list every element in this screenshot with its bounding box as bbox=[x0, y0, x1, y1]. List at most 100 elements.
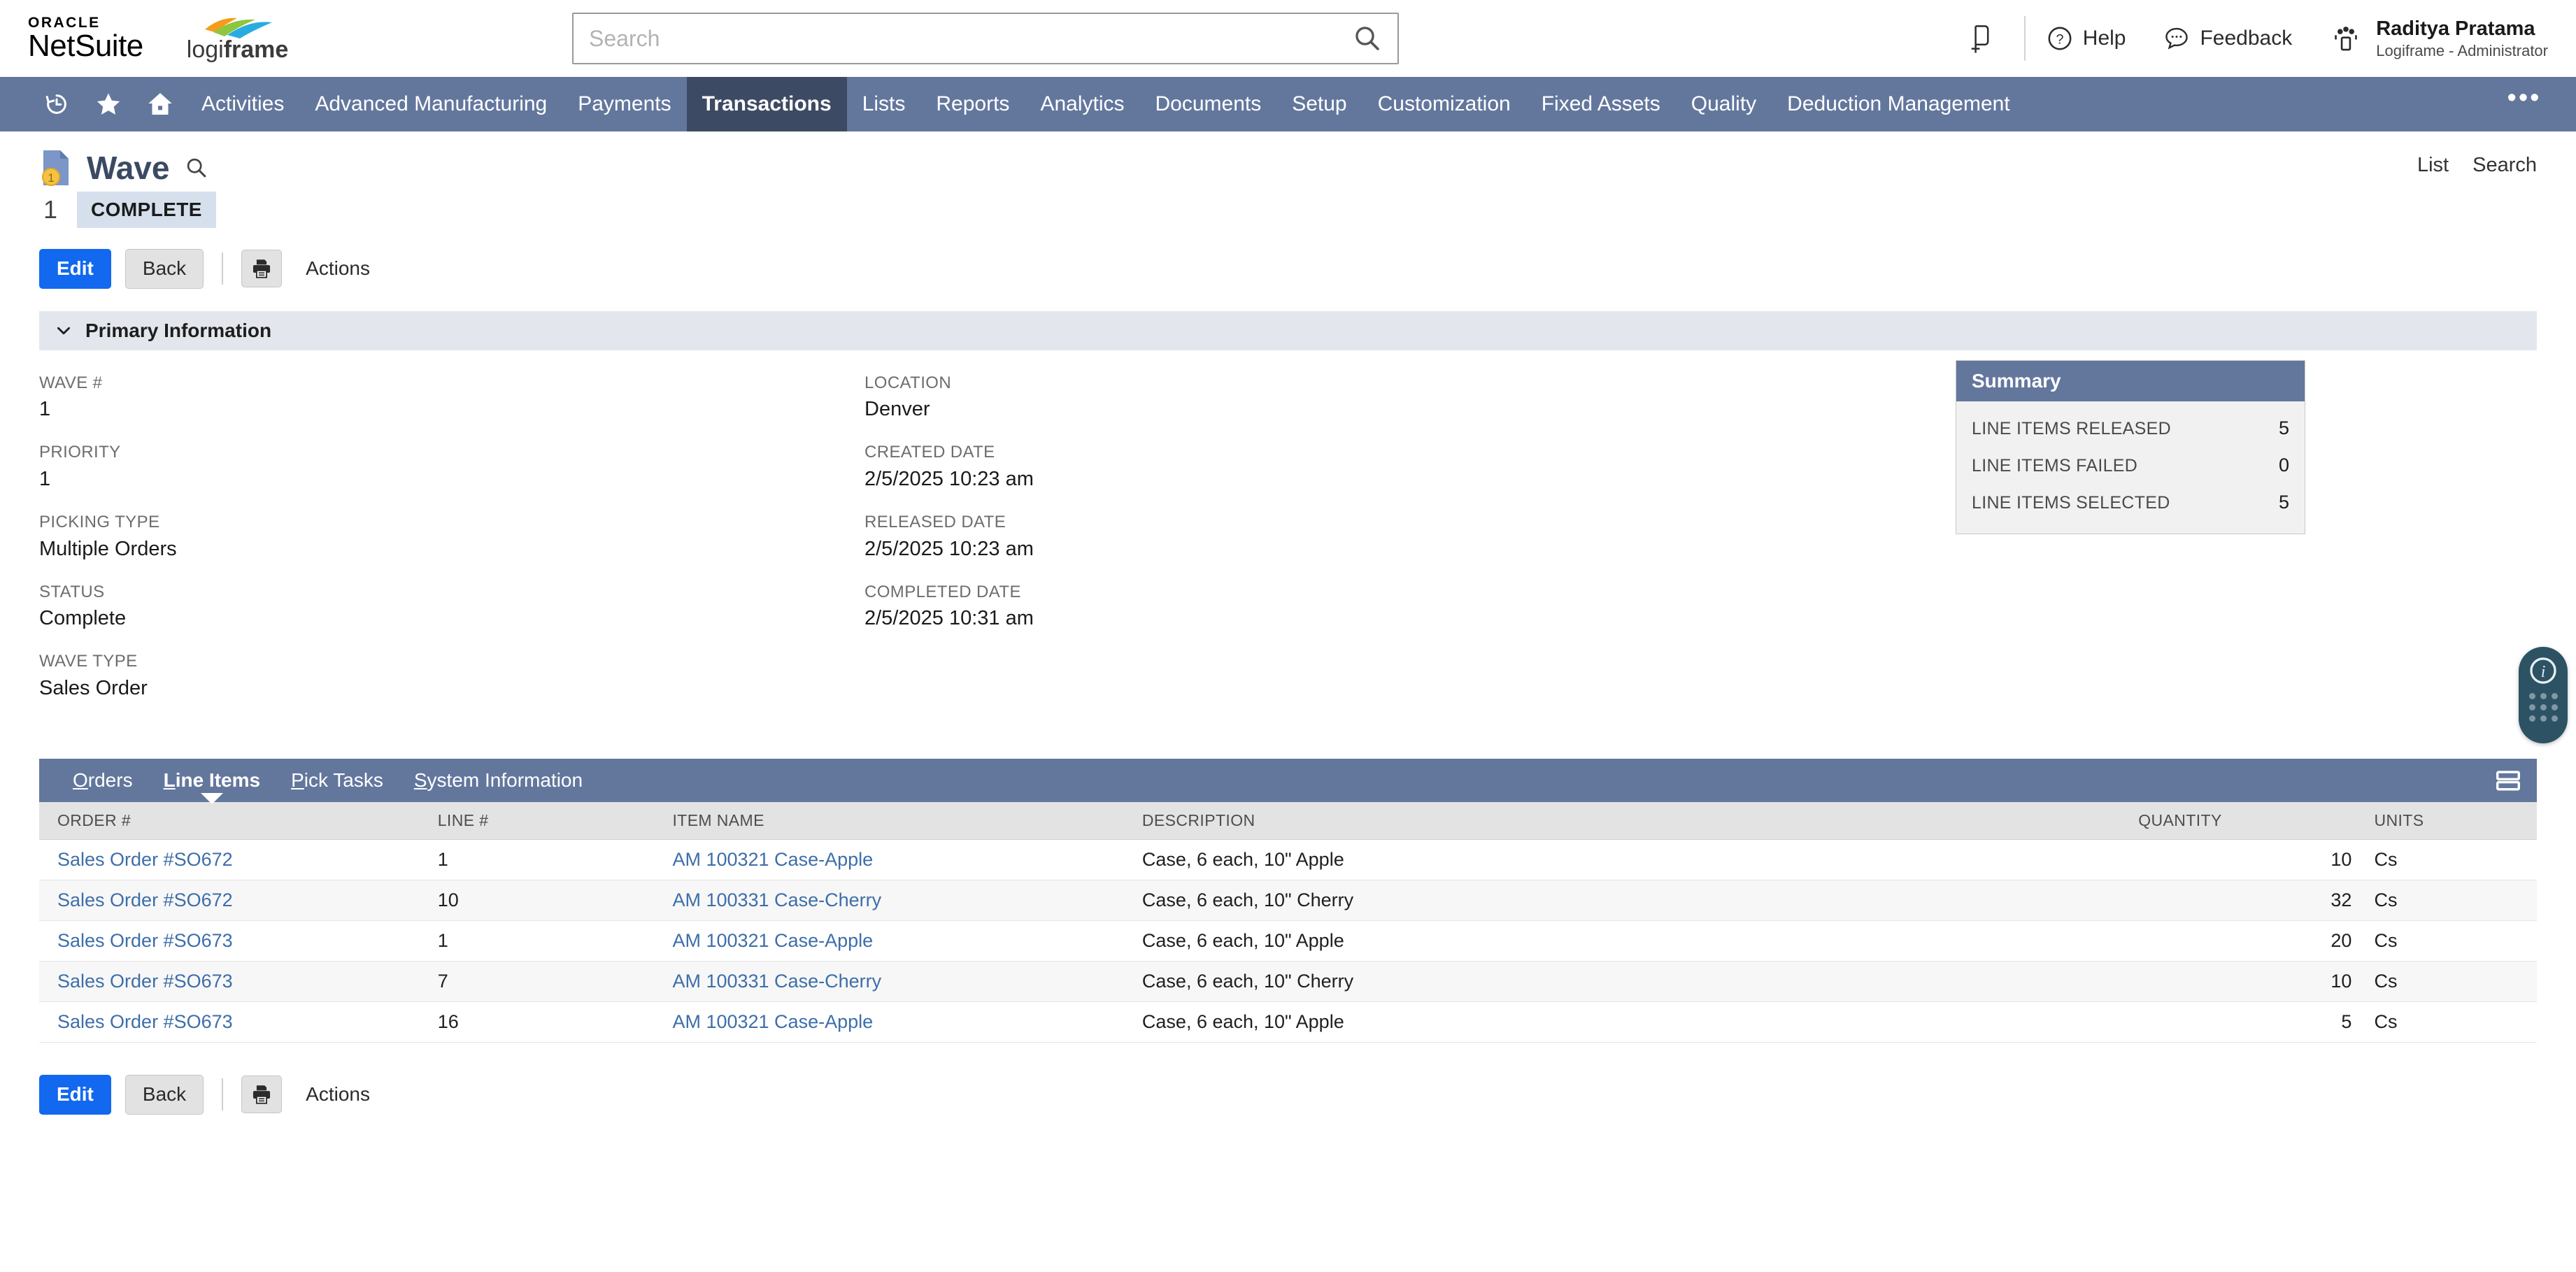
item-link[interactable]: AM 100331 Case-Cherry bbox=[672, 971, 881, 992]
user-group-icon[interactable] bbox=[2330, 22, 2362, 55]
add-shortcut-button[interactable] bbox=[1954, 14, 2003, 63]
nav-item-advanced-manufacturing[interactable]: Advanced Manufacturing bbox=[299, 77, 562, 131]
nav-overflow-button[interactable]: ••• bbox=[2503, 77, 2545, 131]
search-box[interactable] bbox=[572, 13, 1399, 64]
actions-menu-button-bottom[interactable]: Actions bbox=[306, 1083, 370, 1106]
search-link[interactable]: Search bbox=[2472, 154, 2537, 177]
print-button-bottom[interactable] bbox=[241, 1076, 282, 1113]
primary-information-header[interactable]: Primary Information bbox=[39, 311, 2537, 350]
nav-item-fixed-assets[interactable]: Fixed Assets bbox=[1526, 77, 1676, 131]
tab-system-information[interactable]: System Information bbox=[399, 769, 598, 792]
info-circle-icon[interactable]: i bbox=[2528, 655, 2559, 686]
field-label: RELEASED DATE bbox=[864, 510, 1956, 534]
table-row[interactable]: Sales Order #SO673 7 AM 100331 Case-Cher… bbox=[39, 962, 2537, 1002]
summary-body: LINE ITEMS RELEASED 5 LINE ITEMS FAILED … bbox=[1956, 401, 2305, 534]
summary-label: LINE ITEMS SELECTED bbox=[1972, 493, 2170, 513]
home-button[interactable] bbox=[134, 77, 186, 131]
field-priority: PRIORITY 1 bbox=[39, 441, 864, 494]
column-header-order-number[interactable]: ORDER # bbox=[39, 802, 438, 840]
nav-item-transactions[interactable]: Transactions bbox=[687, 77, 847, 131]
tab-line-items[interactable]: Line Items bbox=[148, 769, 276, 792]
sublist-view-menu-button[interactable] bbox=[2492, 766, 2524, 794]
column-header-item-name[interactable]: ITEM NAME bbox=[672, 802, 1141, 840]
actions-menu-button[interactable]: Actions bbox=[306, 257, 370, 280]
table-row[interactable]: Sales Order #SO672 1 AM 100321 Case-Appl… bbox=[39, 840, 2537, 880]
nav-item-payments[interactable]: Payments bbox=[562, 77, 686, 131]
cell-units: Cs bbox=[2351, 921, 2537, 962]
column-header-line-number[interactable]: LINE # bbox=[438, 802, 673, 840]
nav-item-lists[interactable]: Lists bbox=[847, 77, 921, 131]
nav-item-setup[interactable]: Setup bbox=[1276, 77, 1362, 131]
field-value: 2/5/2025 10:31 am bbox=[864, 603, 1956, 633]
user-role: Logiframe - Administrator bbox=[2376, 41, 2548, 61]
nav-item-analytics[interactable]: Analytics bbox=[1025, 77, 1139, 131]
item-link[interactable]: AM 100321 Case-Apple bbox=[672, 849, 873, 870]
favorites-button[interactable] bbox=[83, 77, 134, 131]
record-search-icon[interactable] bbox=[185, 156, 208, 180]
cell-order-number: Sales Order #SO672 bbox=[39, 840, 438, 880]
field-status: STATUS Complete bbox=[39, 580, 864, 634]
logo-text-light: logi bbox=[187, 36, 224, 63]
search-input[interactable] bbox=[589, 26, 1353, 52]
order-link[interactable]: Sales Order #SO673 bbox=[57, 930, 233, 951]
field-location: LOCATION Denver bbox=[864, 371, 1956, 424]
edit-button-bottom[interactable]: Edit bbox=[39, 1075, 111, 1115]
tab-pick-tasks[interactable]: Pick Tasks bbox=[276, 769, 399, 792]
record-view-links: List Search bbox=[2417, 154, 2537, 177]
edit-button[interactable]: Edit bbox=[39, 249, 111, 289]
feedback-button[interactable]: Feedback bbox=[2163, 25, 2292, 52]
nav-item-reports[interactable]: Reports bbox=[920, 77, 1025, 131]
list-view-icon[interactable] bbox=[2493, 769, 2523, 792]
toolbar-divider bbox=[222, 252, 223, 285]
order-link[interactable]: Sales Order #SO672 bbox=[57, 889, 233, 910]
nav-item-activities[interactable]: Activities bbox=[186, 77, 299, 131]
printer-icon[interactable] bbox=[250, 257, 273, 280]
column-header-quantity[interactable]: QUANTITY bbox=[2138, 802, 2351, 840]
chevron-down-icon[interactable] bbox=[55, 322, 73, 340]
item-link[interactable]: AM 100321 Case-Apple bbox=[672, 1011, 873, 1032]
global-search[interactable] bbox=[572, 13, 1399, 64]
table-row[interactable]: Sales Order #SO673 16 AM 100321 Case-App… bbox=[39, 1002, 2537, 1043]
recent-history-icon[interactable] bbox=[43, 91, 70, 117]
nav-item-documents[interactable]: Documents bbox=[1139, 77, 1276, 131]
field-column-left: WAVE # 1 PRIORITY 1 PICKING TYPE Multipl… bbox=[39, 371, 864, 720]
logo-text-bold: frame bbox=[224, 36, 289, 63]
summary-row-line-items-selected: LINE ITEMS SELECTED 5 bbox=[1972, 484, 2289, 521]
nav-item-quality[interactable]: Quality bbox=[1676, 77, 1772, 131]
back-button-bottom[interactable]: Back bbox=[125, 1075, 204, 1115]
nav-item-deduction-management[interactable]: Deduction Management bbox=[1772, 77, 2026, 131]
brand-logo[interactable]: ORACLE NetSuite bbox=[28, 15, 143, 62]
favorites-star-icon[interactable] bbox=[94, 90, 122, 118]
print-button[interactable] bbox=[241, 250, 282, 287]
order-link[interactable]: Sales Order #SO672 bbox=[57, 849, 233, 870]
comment-bubble-icon[interactable] bbox=[2163, 25, 2190, 52]
line-items-table: ORDER # LINE # ITEM NAME DESCRIPTION QUA… bbox=[39, 802, 2537, 1043]
item-link[interactable]: AM 100331 Case-Cherry bbox=[672, 889, 881, 910]
back-button[interactable]: Back bbox=[125, 249, 204, 289]
nav-item-customization[interactable]: Customization bbox=[1362, 77, 1526, 131]
cell-line-number: 1 bbox=[438, 840, 673, 880]
add-shortcut-icon[interactable] bbox=[1965, 23, 1993, 54]
help-assistant-widget[interactable]: i bbox=[2519, 647, 2568, 743]
summary-label: LINE ITEMS RELEASED bbox=[1972, 419, 2171, 439]
user-menu[interactable]: Raditya Pratama Logiframe - Administrato… bbox=[2330, 16, 2548, 61]
recent-history-button[interactable] bbox=[31, 77, 83, 131]
home-icon[interactable] bbox=[146, 90, 174, 118]
tab-orders[interactable]: Orders bbox=[57, 769, 148, 792]
cell-order-number: Sales Order #SO672 bbox=[39, 880, 438, 921]
cell-item-name: AM 100331 Case-Cherry bbox=[672, 962, 1141, 1002]
order-link[interactable]: Sales Order #SO673 bbox=[57, 1011, 233, 1032]
table-row[interactable]: Sales Order #SO672 10 AM 100331 Case-Che… bbox=[39, 880, 2537, 921]
column-header-description[interactable]: DESCRIPTION bbox=[1142, 802, 2138, 840]
help-label: Help bbox=[2083, 27, 2126, 50]
list-link[interactable]: List bbox=[2417, 154, 2449, 177]
help-button[interactable]: ? Help bbox=[2047, 25, 2126, 52]
printer-icon[interactable] bbox=[250, 1082, 273, 1106]
table-row[interactable]: Sales Order #SO673 1 AM 100321 Case-Appl… bbox=[39, 921, 2537, 962]
search-icon[interactable] bbox=[1353, 24, 1382, 53]
order-link[interactable]: Sales Order #SO673 bbox=[57, 971, 233, 992]
column-header-units[interactable]: UNITS bbox=[2351, 802, 2537, 840]
item-link[interactable]: AM 100321 Case-Apple bbox=[672, 930, 873, 951]
question-circle-icon[interactable]: ? bbox=[2047, 25, 2073, 52]
dot-grid-icon[interactable] bbox=[2529, 693, 2558, 722]
